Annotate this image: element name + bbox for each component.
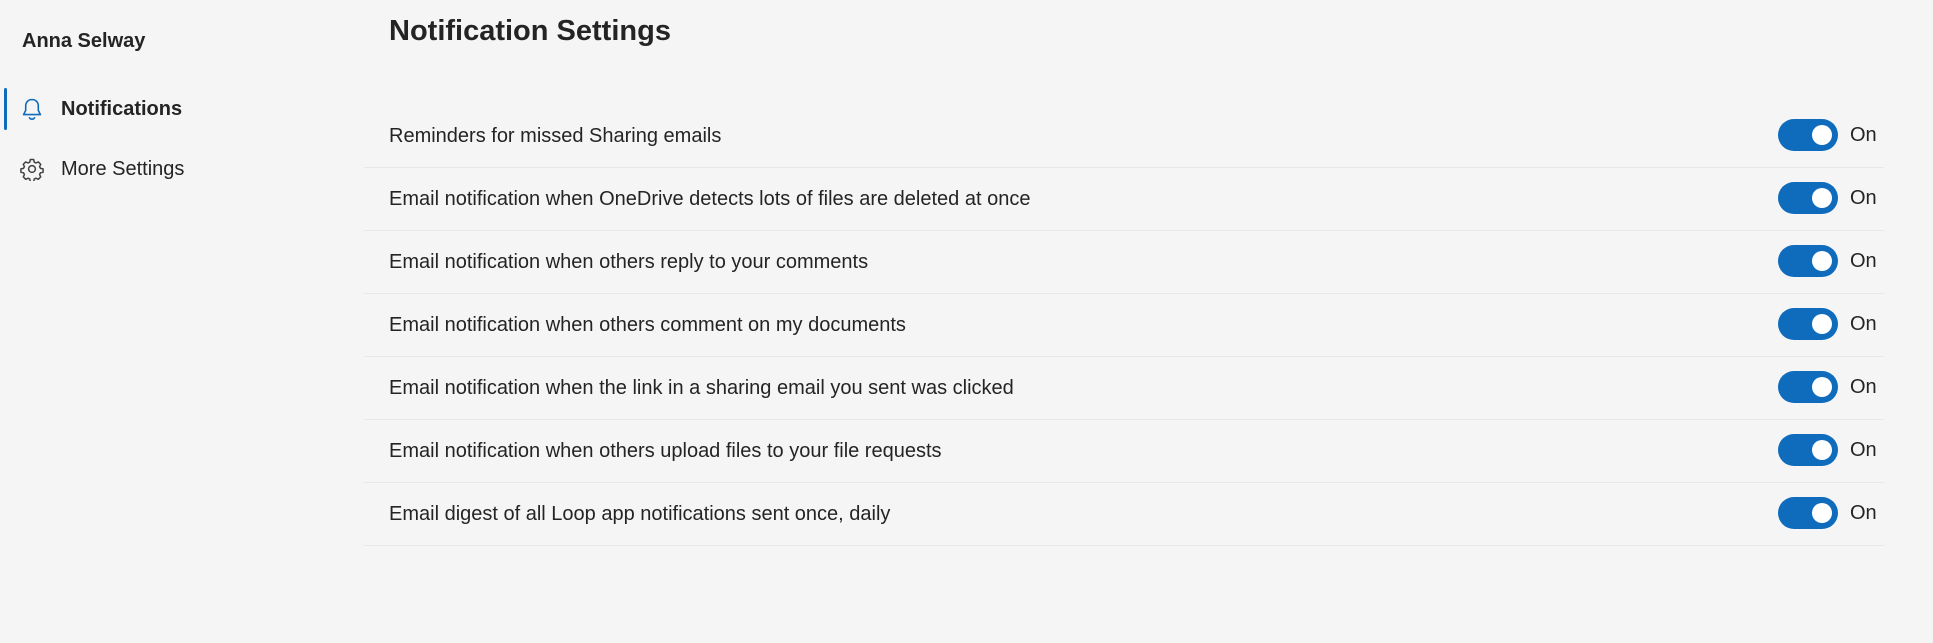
- setting-row: Email notification when the link in a sh…: [364, 357, 1884, 420]
- setting-label: Reminders for missed Sharing emails: [389, 124, 722, 147]
- toggle-state-label: On: [1850, 375, 1877, 398]
- toggle-track[interactable]: [1778, 497, 1838, 529]
- setting-row: Email notification when OneDrive detects…: [364, 168, 1884, 231]
- sidebar-item-more-settings[interactable]: More Settings: [0, 147, 340, 191]
- toggle-state-label: On: [1850, 438, 1877, 461]
- setting-label: Email notification when others comment o…: [389, 313, 906, 336]
- sidebar: Anna Selway Notifications More Settings: [0, 0, 360, 643]
- main-content: Notification Settings Reminders for miss…: [364, 0, 1884, 643]
- toggle-track[interactable]: [1778, 182, 1838, 214]
- toggle-switch[interactable]: On: [1778, 497, 1877, 529]
- page-title: Notification Settings: [389, 15, 671, 47]
- setting-label: Email notification when the link in a sh…: [389, 376, 1014, 399]
- toggle-track[interactable]: [1778, 308, 1838, 340]
- toggle-switch[interactable]: On: [1778, 371, 1877, 403]
- toggle-state-label: On: [1850, 312, 1877, 335]
- toggle-state-label: On: [1850, 501, 1877, 524]
- setting-row: Email digest of all Loop app notificatio…: [364, 483, 1884, 546]
- toggle-knob: [1812, 377, 1832, 397]
- toggle-state-label: On: [1850, 186, 1877, 209]
- setting-row: Reminders for missed Sharing emails On: [364, 105, 1884, 168]
- setting-label: Email notification when OneDrive detects…: [389, 187, 1031, 210]
- toggle-track[interactable]: [1778, 119, 1838, 151]
- bell-icon: [20, 97, 44, 121]
- toggle-switch[interactable]: On: [1778, 119, 1877, 151]
- setting-label: Email notification when others reply to …: [389, 250, 869, 273]
- toggle-knob: [1812, 440, 1832, 460]
- toggle-switch[interactable]: On: [1778, 182, 1877, 214]
- toggle-track[interactable]: [1778, 371, 1838, 403]
- user-name: Anna Selway: [22, 30, 146, 52]
- sidebar-item-notifications[interactable]: Notifications: [0, 87, 340, 131]
- gear-icon: [20, 157, 44, 181]
- toggle-state-label: On: [1850, 123, 1877, 146]
- toggle-knob: [1812, 125, 1832, 145]
- app-root: Anna Selway Notifications More Settings …: [0, 0, 1933, 643]
- setting-row: Email notification when others reply to …: [364, 231, 1884, 294]
- settings-list: Reminders for missed Sharing emails On E…: [364, 105, 1884, 546]
- toggle-state-label: On: [1850, 249, 1877, 272]
- toggle-knob: [1812, 251, 1832, 271]
- toggle-switch[interactable]: On: [1778, 308, 1877, 340]
- setting-label: Email digest of all Loop app notificatio…: [389, 502, 891, 525]
- toggle-knob: [1812, 314, 1832, 334]
- setting-label: Email notification when others upload fi…: [389, 439, 942, 462]
- setting-row: Email notification when others comment o…: [364, 294, 1884, 357]
- sidebar-item-label: More Settings: [61, 157, 185, 180]
- toggle-switch[interactable]: On: [1778, 434, 1877, 466]
- toggle-track[interactable]: [1778, 245, 1838, 277]
- toggle-track[interactable]: [1778, 434, 1838, 466]
- sidebar-item-label: Notifications: [61, 97, 183, 120]
- setting-row: Email notification when others upload fi…: [364, 420, 1884, 483]
- toggle-knob: [1812, 188, 1832, 208]
- toggle-knob: [1812, 503, 1832, 523]
- toggle-switch[interactable]: On: [1778, 245, 1877, 277]
